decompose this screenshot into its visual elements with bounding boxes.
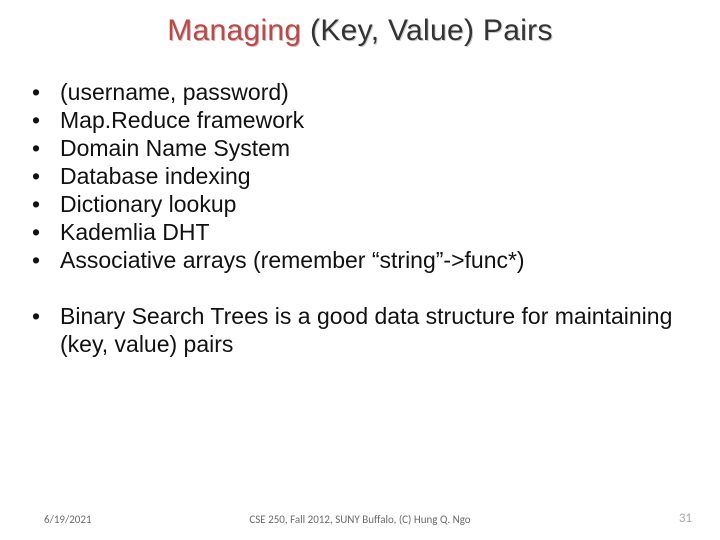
summary-item: • Binary Search Trees is a good data str… (30, 302, 690, 358)
bullet-icon: • (30, 246, 60, 274)
footer-course: CSE 250, Fall 2012, SUNY Buffalo, (C) Hu… (0, 513, 720, 526)
bullet-icon: • (30, 106, 60, 134)
bullet-icon: • (30, 162, 60, 190)
bullet-text: Database indexing (60, 162, 251, 190)
list-item: •Kademlia DHT (30, 218, 690, 246)
bullet-text: Domain Name System (60, 134, 290, 162)
list-item: •Associative arrays (remember “string”->… (30, 246, 690, 274)
slide: Managing (Key, Value) Pairs •(username, … (0, 0, 720, 540)
list-item: •Dictionary lookup (30, 190, 690, 218)
bullet-text: Kademlia DHT (60, 218, 210, 246)
bullet-icon: • (30, 134, 60, 162)
bullet-list: •(username, password) •Map.Reduce framew… (30, 78, 690, 274)
bullet-icon: • (30, 78, 60, 106)
bullet-icon: • (30, 218, 60, 246)
list-item: •(username, password) (30, 78, 690, 106)
bullet-icon: • (30, 302, 60, 330)
title-rest: (Key, Value) Pairs (310, 14, 553, 47)
bullet-text: Dictionary lookup (60, 190, 236, 218)
bullet-icon: • (30, 190, 60, 218)
summary-text: Binary Search Trees is a good data struc… (60, 302, 690, 358)
footer-page-number: 31 (679, 511, 692, 526)
title-accent: Managing (167, 14, 310, 47)
bullet-text: Associative arrays (remember “string”->f… (60, 246, 525, 274)
bullet-text: (username, password) (60, 78, 289, 106)
bullet-text: Map.Reduce framework (60, 106, 304, 134)
list-item: •Domain Name System (30, 134, 690, 162)
list-item: •Map.Reduce framework (30, 106, 690, 134)
slide-title: Managing (Key, Value) Pairs (0, 0, 720, 48)
list-item: •Database indexing (30, 162, 690, 190)
slide-body: •(username, password) •Map.Reduce framew… (0, 48, 720, 358)
